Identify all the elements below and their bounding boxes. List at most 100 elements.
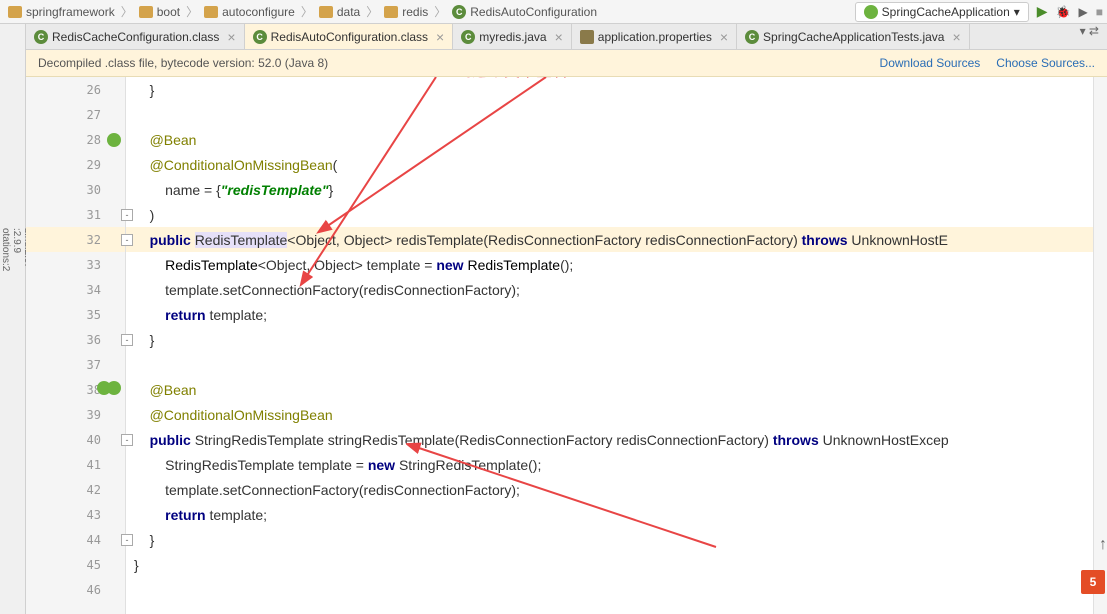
html5-badge: 5 — [1081, 570, 1105, 594]
editor-tabs: CRedisCacheConfiguration.class×CRedisAut… — [26, 24, 1107, 50]
close-icon[interactable]: × — [436, 29, 444, 45]
close-icon[interactable]: × — [720, 29, 728, 45]
dropdown-icon: ▾ — [1014, 5, 1020, 19]
line-number[interactable]: 40- — [26, 427, 125, 452]
editor-tab[interactable]: CRedisCacheConfiguration.class× — [26, 24, 245, 49]
code-line[interactable]: RedisTemplate<Object, Object> template =… — [126, 252, 1093, 277]
code-line[interactable] — [126, 102, 1093, 127]
editor-tab[interactable]: application.properties × — [572, 24, 737, 49]
code-line[interactable]: StringRedisTemplate template = new Strin… — [126, 452, 1093, 477]
code-line[interactable]: } — [126, 77, 1093, 102]
code-line[interactable] — [126, 352, 1093, 377]
code-line[interactable]: name = {"redisTemplate"} — [126, 177, 1093, 202]
code-line[interactable]: template.setConnectionFactory(redisConne… — [126, 277, 1093, 302]
editor-tab[interactable]: CSpringCacheApplicationTests.java× — [737, 24, 970, 49]
right-gutter[interactable]: ↑ 5 — [1093, 77, 1107, 614]
folder-icon — [384, 6, 398, 18]
line-number[interactable]: 31- — [26, 202, 125, 227]
folder-icon — [319, 6, 333, 18]
breadcrumb-item[interactable]: redis — [380, 3, 432, 21]
spring-bean-icon[interactable] — [97, 381, 121, 398]
left-strip-item[interactable]: :2.9.9 — [11, 228, 22, 610]
breadcrumb-item[interactable]: data — [315, 3, 364, 21]
code-line[interactable]: template.setConnectionFactory(redisConne… — [126, 477, 1093, 502]
close-icon[interactable]: × — [555, 29, 563, 45]
left-tool-strip[interactable]: otations:2:2.9.9bind:2.9.datatypedatatyp… — [0, 24, 26, 614]
fold-icon[interactable]: - — [121, 434, 133, 446]
code-line[interactable]: @ConditionalOnMissingBean( — [126, 152, 1093, 177]
code-line[interactable]: return template; — [126, 502, 1093, 527]
left-strip-item[interactable]: otations:2 — [0, 228, 11, 610]
download-sources-link[interactable]: Download Sources — [880, 56, 981, 70]
scroll-up-icon[interactable]: ↑ — [1099, 536, 1107, 554]
breadcrumb-item[interactable]: boot — [135, 3, 184, 21]
breadcrumb-separator: 〉 — [366, 3, 378, 20]
editor-tab[interactable]: CRedisAutoConfiguration.class× — [245, 24, 454, 49]
code-line[interactable]: } — [126, 552, 1093, 577]
line-number[interactable]: 37 — [26, 352, 125, 377]
tab-label: myredis.java — [479, 30, 546, 44]
code-line[interactable]: return template; — [126, 302, 1093, 327]
code-line[interactable]: public StringRedisTemplate stringRedisTe… — [126, 427, 1093, 452]
code-line[interactable]: ) — [126, 202, 1093, 227]
run-configuration[interactable]: SpringCacheApplication ▾ — [855, 2, 1029, 22]
line-number[interactable]: 34 — [26, 277, 125, 302]
code-line[interactable]: } — [126, 327, 1093, 352]
fold-icon[interactable]: - — [121, 209, 133, 221]
toolbar-right: SpringCacheApplication ▾ ▶ 🐞 ▶ ■ — [855, 2, 1103, 22]
line-number[interactable]: 29 — [26, 152, 125, 177]
line-number[interactable]: 26 — [26, 77, 125, 102]
breadcrumb-item[interactable]: springframework — [4, 3, 119, 21]
code-area[interactable]: 到这个类下查看 } @Bean @ConditionalOnMissingBea… — [126, 77, 1093, 614]
folder-icon — [8, 6, 22, 18]
code-line[interactable]: public RedisTemplate<Object, Object> red… — [126, 227, 1093, 252]
line-number[interactable]: 36- — [26, 327, 125, 352]
line-number[interactable]: 45 — [26, 552, 125, 577]
code-line[interactable]: @ConditionalOnMissingBean — [126, 402, 1093, 427]
editor-body: 262728293031-32-33343536-37383940-414243… — [26, 77, 1107, 614]
gutter[interactable]: 262728293031-32-33343536-37383940-414243… — [26, 77, 126, 614]
folder-icon — [204, 6, 218, 18]
close-icon[interactable]: × — [952, 29, 960, 45]
folder-icon — [139, 6, 153, 18]
line-number[interactable]: 44- — [26, 527, 125, 552]
line-number[interactable]: 42 — [26, 477, 125, 502]
breadcrumb[interactable]: springframework〉boot〉autoconfigure〉data〉… — [4, 3, 855, 21]
line-number[interactable]: 33 — [26, 252, 125, 277]
run-config-label: SpringCacheApplication — [882, 5, 1010, 19]
breadcrumb-separator: 〉 — [186, 3, 198, 20]
line-number[interactable]: 35 — [26, 302, 125, 327]
line-number[interactable]: 43 — [26, 502, 125, 527]
code-line[interactable] — [126, 577, 1093, 602]
tab-label: application.properties — [598, 30, 712, 44]
breadcrumb-item[interactable]: CRedisAutoConfiguration — [448, 3, 601, 21]
stop-button[interactable]: ■ — [1096, 5, 1103, 19]
line-number[interactable]: 39 — [26, 402, 125, 427]
code-line[interactable]: } — [126, 527, 1093, 552]
spring-icon — [864, 5, 878, 19]
line-number[interactable]: 28 — [26, 127, 125, 152]
decompiled-banner: Decompiled .class file, bytecode version… — [26, 50, 1107, 77]
line-number[interactable]: 38 — [26, 377, 125, 402]
tab-scroll-controls[interactable]: ▾ ⇄ — [1072, 24, 1107, 49]
choose-sources-link[interactable]: Choose Sources... — [996, 56, 1095, 70]
coverage-button[interactable]: ▶ — [1079, 5, 1088, 19]
close-icon[interactable]: × — [227, 29, 235, 45]
spring-bean-icon[interactable] — [107, 133, 121, 147]
fold-icon[interactable]: - — [121, 534, 133, 546]
code-line[interactable]: @Bean — [126, 127, 1093, 152]
line-number[interactable]: 27 — [26, 102, 125, 127]
tab-label: SpringCacheApplicationTests.java — [763, 30, 944, 44]
line-number[interactable]: 32- — [26, 227, 125, 252]
breadcrumb-item[interactable]: autoconfigure — [200, 3, 299, 21]
line-number[interactable]: 30 — [26, 177, 125, 202]
debug-button[interactable]: 🐞 — [1056, 5, 1071, 19]
line-number[interactable]: 46 — [26, 577, 125, 602]
fold-icon[interactable]: - — [121, 334, 133, 346]
fold-icon[interactable]: - — [121, 234, 133, 246]
run-button[interactable]: ▶ — [1037, 3, 1048, 20]
class-icon: C — [34, 30, 48, 44]
editor-tab[interactable]: Cmyredis.java× — [453, 24, 572, 49]
line-number[interactable]: 41 — [26, 452, 125, 477]
code-line[interactable]: @Bean — [126, 377, 1093, 402]
